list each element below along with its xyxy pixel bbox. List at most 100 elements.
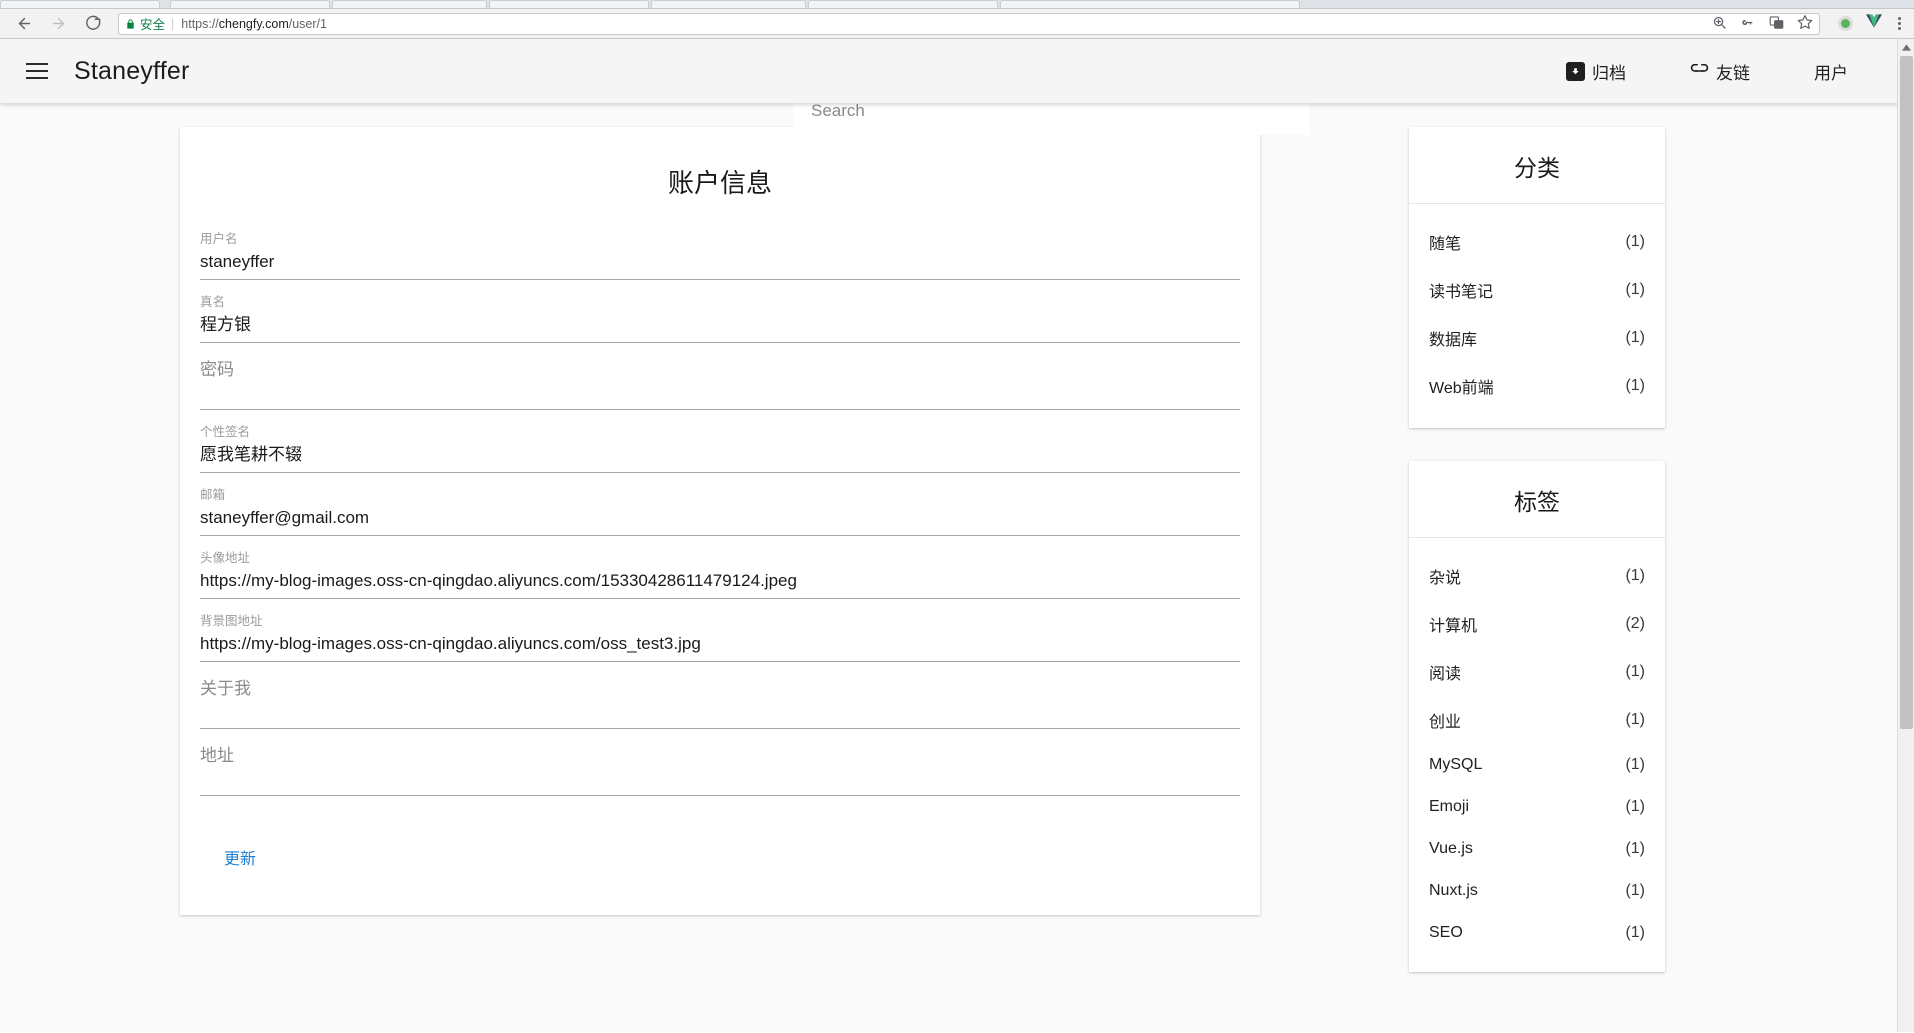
hamburger-menu-icon[interactable] [26, 56, 56, 86]
field-address: 地址 [200, 742, 1240, 796]
category-count: (1) [1625, 281, 1645, 298]
list-item[interactable]: Emoji (1) [1429, 786, 1645, 828]
url-path: /user/1 [288, 16, 327, 31]
list-item[interactable]: SEO (1) [1429, 912, 1645, 954]
list-item[interactable]: 阅读 (1) [1429, 648, 1645, 696]
nav-item-friendlinks[interactable]: 友链 [1658, 59, 1782, 84]
list-item[interactable]: 数据库 (1) [1429, 314, 1645, 362]
tag-label: 杂说 [1429, 570, 1462, 587]
field-address-label: 地址 [200, 746, 234, 765]
address-bar[interactable]: 安全 | https://chengfy.com/user/1 [118, 12, 1820, 35]
page-scrollbar[interactable] [1897, 39, 1914, 1032]
field-password-label: 密码 [200, 360, 234, 379]
list-item[interactable]: Vue.js (1) [1429, 828, 1645, 870]
tags-list: 杂说 (1) 计算机 (2) 阅读 (1) 创业 (1) MySQL (1) E… [1409, 538, 1665, 972]
field-background-url: 背景图地址 https://my-blog-images.oss-cn-qing… [200, 612, 1240, 662]
field-about-me-label: 关于我 [200, 679, 251, 698]
url-scheme: https:// [181, 16, 219, 31]
browser-tab[interactable] [170, 0, 330, 8]
scrollbar-thumb[interactable] [1900, 56, 1913, 729]
list-item[interactable]: 杂说 (1) [1429, 552, 1645, 600]
omnibox-separator: | [171, 16, 175, 31]
categories-panel-title: 分类 [1409, 127, 1665, 204]
tab-strip[interactable] [0, 0, 1914, 9]
zoom-icon[interactable] [1712, 15, 1727, 33]
tag-label: 阅读 [1429, 666, 1462, 683]
category-label: Web前端 [1429, 380, 1494, 397]
tag-label: Emoji [1429, 798, 1470, 815]
tag-label: MySQL [1429, 756, 1483, 773]
tag-count: (1) [1625, 756, 1645, 773]
list-item[interactable]: Web前端 (1) [1429, 362, 1645, 410]
browser-tab[interactable] [0, 0, 160, 8]
field-about-me-input[interactable] [200, 702, 1240, 729]
list-item[interactable]: 创业 (1) [1429, 696, 1645, 744]
nav-item-archive-label: 归档 [1592, 63, 1626, 83]
field-signature: 个性签名 愿我笔耕不辍 [200, 423, 1240, 473]
reload-icon[interactable] [82, 14, 102, 34]
bookmark-star-icon[interactable] [1797, 14, 1813, 33]
category-label: 数据库 [1429, 332, 1478, 349]
field-password: 密码 [200, 356, 1240, 410]
list-item[interactable]: Nuxt.js (1) [1429, 870, 1645, 912]
update-button[interactable]: 更新 [222, 841, 258, 873]
browser-tab[interactable] [1000, 0, 1300, 8]
list-item[interactable]: 读书笔记 (1) [1429, 266, 1645, 314]
field-avatar-url-input[interactable]: https://my-blog-images.oss-cn-qingdao.al… [200, 567, 1240, 599]
site-brand[interactable]: Staneyffer [74, 57, 190, 86]
sidebar: 分类 随笔 (1) 读书笔记 (1) 数据库 (1) Web前端 (1) 标签 … [1409, 127, 1665, 1005]
three-dot-menu-icon[interactable] [1895, 17, 1904, 30]
field-address-input[interactable] [200, 769, 1240, 796]
green-dot-extension-icon[interactable] [1838, 16, 1853, 31]
nav-item-user-label: 用户 [1814, 63, 1848, 83]
tag-label: Nuxt.js [1429, 882, 1478, 899]
field-username: 用户名 staneyffer [200, 230, 1240, 280]
browser-toolbar: 安全 | https://chengfy.com/user/1 [0, 9, 1914, 39]
tag-count: (1) [1625, 882, 1645, 899]
vuejs-devtools-icon[interactable] [1866, 14, 1882, 33]
browser-extensions [1828, 14, 1904, 33]
field-background-url-label: 背景图地址 [200, 614, 263, 628]
list-item[interactable]: 计算机 (2) [1429, 600, 1645, 648]
password-key-icon[interactable] [1740, 15, 1756, 33]
browser-tab[interactable] [332, 0, 487, 8]
field-username-input[interactable]: staneyffer [200, 248, 1240, 280]
tag-count: (1) [1625, 924, 1645, 941]
header-nav: 归档 友链 用户 [1534, 59, 1888, 84]
category-label: 随笔 [1429, 236, 1462, 253]
field-avatar-url: 头像地址 https://my-blog-images.oss-cn-qingd… [200, 549, 1240, 599]
back-arrow-icon[interactable] [14, 14, 34, 34]
url-text: https://chengfy.com/user/1 [181, 17, 327, 31]
tag-count: (1) [1625, 663, 1645, 680]
nav-item-archive[interactable]: 归档 [1534, 59, 1658, 84]
translate-icon[interactable] [1769, 15, 1784, 33]
account-info-card: 账户信息 用户名 staneyffer 真名 程方银 密码 个性签名 愿我笔耕不… [180, 127, 1260, 915]
omnibox-actions [1704, 14, 1813, 33]
browser-tab[interactable] [808, 0, 998, 8]
field-password-input[interactable] [200, 383, 1240, 410]
list-item[interactable]: MySQL (1) [1429, 744, 1645, 786]
link-chain-icon [1690, 64, 1709, 78]
browser-tab[interactable] [651, 0, 806, 8]
list-item[interactable]: 随笔 (1) [1429, 218, 1645, 266]
form-actions: 更新 [200, 809, 1240, 873]
field-signature-label: 个性签名 [200, 425, 251, 439]
main-column: 账户信息 用户名 staneyffer 真名 程方银 密码 个性签名 愿我笔耕不… [180, 127, 1260, 915]
field-email-input[interactable]: staneyffer@gmail.com [200, 504, 1240, 536]
page-viewport: Staneyffer 归档 友链 用户 账户信息 [0, 39, 1914, 1032]
categories-panel: 分类 随笔 (1) 读书笔记 (1) 数据库 (1) Web前端 (1) [1409, 127, 1665, 428]
nav-item-user[interactable]: 用户 [1782, 59, 1888, 84]
secure-label: 安全 [140, 18, 166, 32]
categories-list: 随笔 (1) 读书笔记 (1) 数据库 (1) Web前端 (1) [1409, 204, 1665, 428]
field-email-label: 邮箱 [200, 488, 226, 502]
browser-tab[interactable] [489, 0, 649, 8]
field-realname: 真名 程方银 [200, 293, 1240, 343]
field-background-url-input[interactable]: https://my-blog-images.oss-cn-qingdao.al… [200, 630, 1240, 662]
field-signature-input[interactable]: 愿我笔耕不辍 [200, 441, 1240, 473]
scrollbar-up-arrow-icon[interactable] [1898, 39, 1914, 56]
field-realname-input[interactable]: 程方银 [200, 311, 1240, 343]
field-username-label: 用户名 [200, 232, 238, 246]
forward-arrow-icon[interactable] [48, 14, 68, 34]
tag-label: Vue.js [1429, 840, 1473, 857]
tag-label: 创业 [1429, 714, 1462, 731]
